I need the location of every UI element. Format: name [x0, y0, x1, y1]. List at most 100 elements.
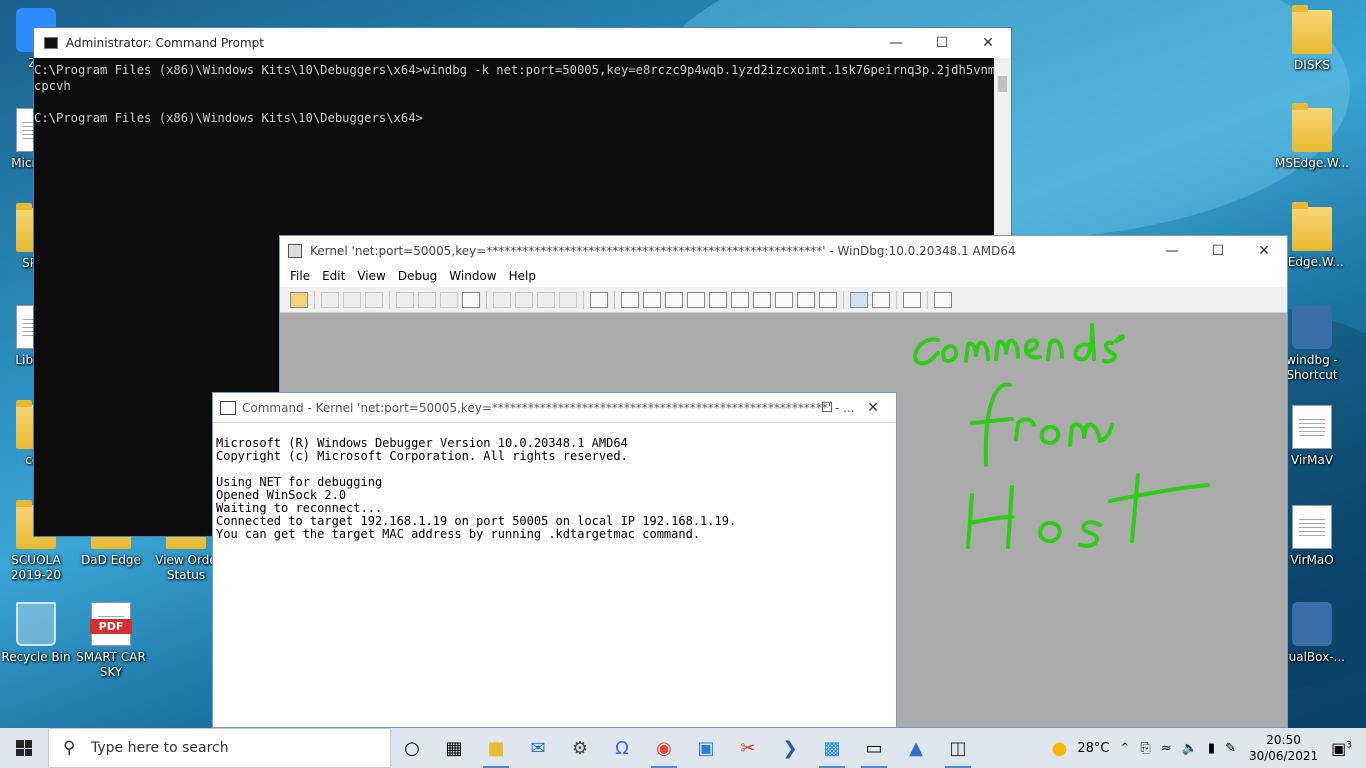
chrome-icon[interactable]: ◉ — [643, 728, 685, 768]
command-window-icon[interactable] — [621, 291, 639, 308]
processes-icon[interactable] — [797, 291, 815, 308]
restart-icon[interactable] — [462, 291, 480, 308]
open-icon[interactable] — [290, 291, 308, 308]
vmware-icon[interactable]: ▩ — [811, 728, 853, 768]
source-mode-icon[interactable] — [819, 291, 837, 308]
close-button[interactable]: ✕ — [1241, 236, 1287, 265]
folder-icon — [1292, 5, 1332, 54]
windbg-icon — [288, 243, 302, 258]
system-tray: ● 28°C ⌃ ⎘ ≈ 🔈 ▮ ✎ 20:50 30/06/2021 ▣3 — [1047, 728, 1366, 768]
stop-icon[interactable] — [440, 291, 458, 308]
desktop-icon[interactable]: Recycle Bin — [0, 602, 74, 665]
word-icon[interactable]: Ω — [601, 728, 643, 768]
pdf-badge: PDF — [90, 619, 132, 634]
start-button[interactable] — [0, 728, 48, 768]
menu-edit[interactable]: Edit — [316, 269, 351, 283]
cortana-icon[interactable]: ○ — [391, 728, 433, 768]
document-icon — [1292, 505, 1332, 549]
font-icon[interactable] — [903, 291, 921, 308]
registers-icon[interactable] — [687, 291, 705, 308]
cmd-taskbar-icon[interactable]: ▭ — [853, 728, 895, 768]
windbg-menubar: File Edit View Debug Window Help — [280, 265, 1287, 287]
break-icon[interactable] — [418, 291, 436, 308]
menu-file[interactable]: File — [284, 269, 316, 283]
maximize-button[interactable]: ☐ — [804, 393, 850, 422]
prompt-icon — [220, 400, 236, 415]
pdf-icon: PDF — [90, 602, 132, 646]
menu-debug[interactable]: Debug — [392, 269, 443, 283]
disassembly-icon[interactable] — [753, 291, 771, 308]
network-icon[interactable]: ≈ — [1156, 741, 1177, 756]
go-icon[interactable] — [396, 291, 414, 308]
desktop-icon-label: DaD Edge — [81, 553, 141, 567]
chevron-up-icon[interactable]: ⌃ — [1115, 741, 1136, 756]
windbg-titlebar[interactable]: Kernel 'net:port=50005,key=*************… — [280, 236, 1287, 265]
windbg-toolbar — [280, 287, 1287, 313]
scratch-pad-icon[interactable] — [775, 291, 793, 308]
maximize-button[interactable]: ☐ — [1195, 236, 1241, 265]
folder-icon — [1292, 103, 1332, 152]
cmd-title: Administrator: Command Prompt — [66, 36, 264, 50]
mail-icon[interactable]: ✉ — [517, 728, 559, 768]
run-to-cursor-icon[interactable] — [559, 291, 577, 308]
search-placeholder: Type here to search — [91, 740, 229, 756]
paste-icon[interactable] — [365, 291, 383, 308]
volume-icon[interactable]: 🔈 — [1177, 741, 1203, 756]
step-into-icon[interactable] — [493, 291, 511, 308]
task-view-icon[interactable]: ▦ — [433, 728, 475, 768]
settings-icon[interactable]: ⚙ — [559, 728, 601, 768]
desktop-icon-label: SCUOLA 2019-20 — [10, 553, 62, 582]
locals-icon[interactable] — [665, 291, 683, 308]
minimize-button[interactable]: — — [758, 393, 804, 422]
menu-window[interactable]: Window — [443, 269, 502, 283]
app-icon — [1292, 602, 1332, 646]
maximize-button[interactable]: ☐ — [919, 28, 965, 58]
pen-icon[interactable]: ✎ — [1220, 741, 1241, 756]
app-icon — [1292, 305, 1332, 349]
minimize-button[interactable]: — — [873, 28, 919, 58]
notifications-icon[interactable]: ▣3 — [1326, 739, 1366, 758]
copy-icon[interactable] — [343, 291, 361, 308]
snipping-icon[interactable]: ✂ — [727, 728, 769, 768]
options-icon[interactable] — [934, 291, 952, 308]
desktop-icon[interactable]: MSEdge.W... — [1274, 103, 1350, 171]
source-icon[interactable] — [850, 291, 868, 308]
watch-icon[interactable] — [643, 291, 661, 308]
close-button[interactable]: ✕ — [965, 28, 1011, 58]
command-window[interactable]: Command - Kernel 'net:port=50005,key=***… — [212, 392, 897, 728]
call-stack-icon[interactable] — [731, 291, 749, 308]
search-icon: ⚲ — [63, 738, 76, 758]
weather-temp[interactable]: 28°C — [1072, 741, 1114, 756]
menu-help[interactable]: Help — [503, 269, 542, 283]
desktop-icon-label: SMART CAR SKY — [76, 650, 146, 679]
close-button[interactable]: ✕ — [850, 393, 896, 422]
memory-icon[interactable] — [709, 291, 727, 308]
step-over-icon[interactable] — [515, 291, 533, 308]
hand-icon[interactable] — [590, 291, 608, 308]
file-explorer-icon[interactable]: ■ — [475, 728, 517, 768]
cmd-titlebar[interactable]: Administrator: Command Prompt — ☐ ✕ — [34, 28, 1011, 58]
battery-icon[interactable]: ▮ — [1203, 741, 1220, 756]
remote-desktop-icon[interactable]: ▣ — [685, 728, 727, 768]
notifications-count: 3 — [1346, 740, 1352, 751]
cmd-output[interactable]: C:\Program Files (x86)\Windows Kits\10\D… — [34, 58, 996, 126]
command-output[interactable]: Microsoft (R) Windows Debugger Version 1… — [213, 423, 896, 541]
desktop-icon-label: MSEdge.W... — [1275, 156, 1349, 170]
hex-icon[interactable] — [872, 291, 890, 308]
minimize-button[interactable]: — — [1149, 236, 1195, 265]
step-out-icon[interactable] — [537, 291, 555, 308]
usb-icon[interactable]: ⎘ — [1135, 741, 1155, 756]
cut-icon[interactable] — [321, 291, 339, 308]
command-window-titlebar[interactable]: Command - Kernel 'net:port=50005,key=***… — [213, 393, 896, 423]
clock[interactable]: 20:50 30/06/2021 — [1241, 732, 1326, 764]
weather-icon[interactable]: ● — [1047, 738, 1073, 759]
desktop-icon[interactable]: PDF SMART CAR SKY — [73, 602, 149, 680]
windbg-taskbar-icon[interactable]: ◫ — [937, 728, 979, 768]
powershell-icon[interactable]: ❯ — [769, 728, 811, 768]
search-box[interactable]: ⚲ Type here to search — [48, 728, 391, 768]
desktop-icon-label: Recycle Bin — [1, 650, 71, 664]
desktop-icon-label: DISKS — [1294, 58, 1330, 72]
photos-icon[interactable]: ▲ — [895, 728, 937, 768]
desktop-icon[interactable]: DISKS — [1274, 5, 1350, 73]
menu-view[interactable]: View — [351, 269, 391, 283]
